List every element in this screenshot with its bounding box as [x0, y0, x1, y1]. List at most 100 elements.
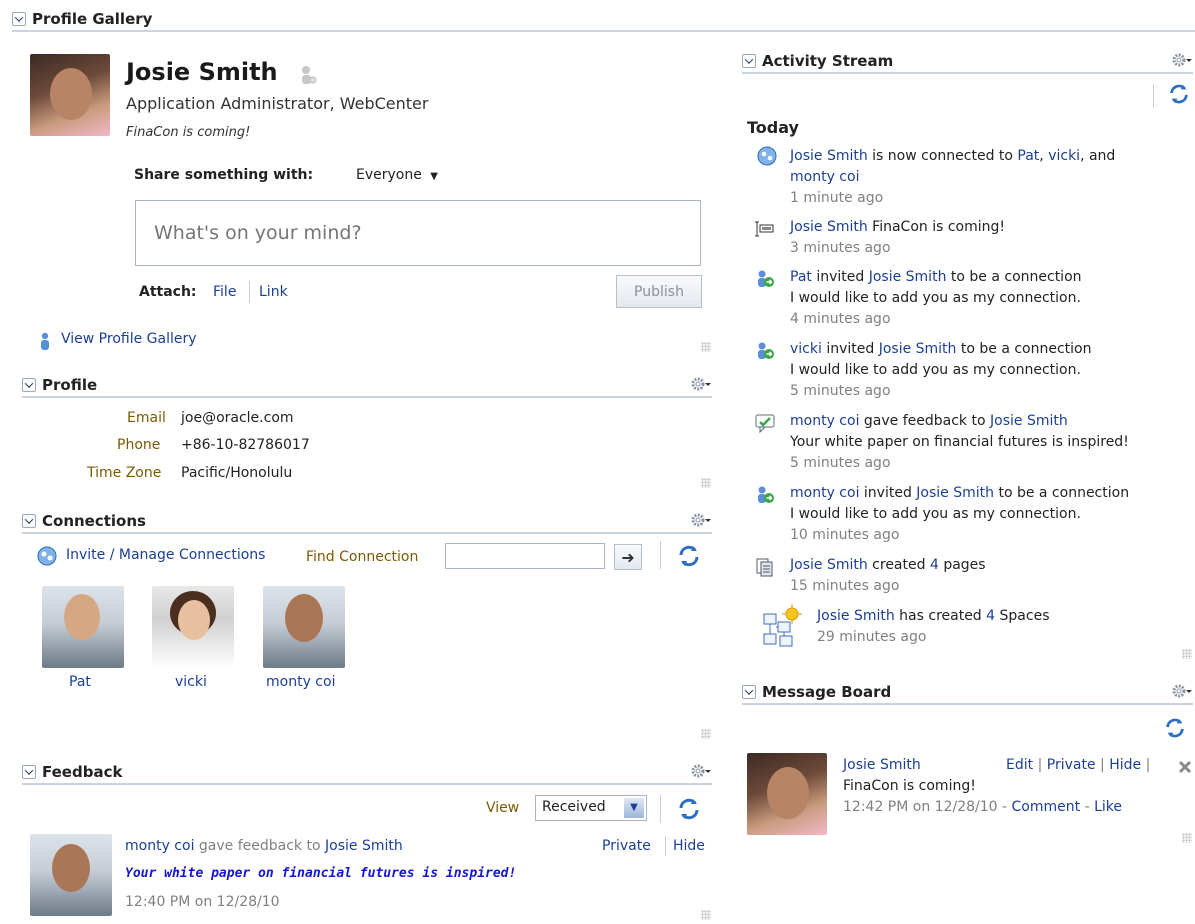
- feedback-hide-link[interactable]: Hide: [673, 838, 705, 854]
- activity-actor-link[interactable]: vicki: [790, 341, 822, 357]
- profile-field-value: joe@oracle.com: [181, 410, 294, 426]
- feedback-to-link[interactable]: Josie Smith: [325, 838, 403, 854]
- separator: -: [1002, 799, 1008, 815]
- activity-timestamp: 29 minutes ago: [817, 629, 927, 645]
- view-select[interactable]: Received ▼: [535, 795, 647, 821]
- separator: -: [1084, 799, 1090, 815]
- activity-actor-link[interactable]: Josie Smith: [790, 219, 868, 235]
- resize-handle[interactable]: [1182, 833, 1192, 843]
- panel-title: Profile Gallery: [32, 10, 153, 28]
- activity-timestamp: 3 minutes ago: [790, 240, 891, 256]
- activity-actor-link[interactable]: Pat: [790, 269, 812, 285]
- profile-header: Profile: [22, 374, 712, 398]
- message-author-link[interactable]: Josie Smith: [843, 757, 921, 773]
- pages-icon: [756, 558, 773, 577]
- activity-day-heading: Today: [747, 118, 799, 137]
- connection-photo[interactable]: [42, 586, 124, 668]
- activity-target-link[interactable]: Pat: [1017, 148, 1039, 164]
- activity-target-link[interactable]: Josie Smith: [916, 485, 994, 501]
- profile-job-title: Application Administrator, WebCenter: [126, 94, 429, 113]
- collapse-chevron-icon[interactable]: [22, 514, 36, 528]
- activity-target-link[interactable]: 4: [930, 557, 939, 573]
- gear-menu-icon[interactable]: [690, 763, 712, 779]
- connection-name-link[interactable]: vicki: [175, 674, 207, 690]
- separator: |: [1100, 757, 1105, 773]
- activity-actor-link[interactable]: monty coi: [790, 413, 859, 429]
- attach-link-link[interactable]: Link: [259, 284, 288, 300]
- activity-message: I would like to add you as my connection…: [790, 362, 1081, 378]
- status-update-input[interactable]: [135, 200, 701, 266]
- activity-actor-link[interactable]: Josie Smith: [790, 148, 868, 164]
- activity-target-link[interactable]: Josie Smith: [990, 413, 1068, 429]
- invite-icon: [758, 486, 774, 503]
- spaces-icon: [763, 604, 802, 647]
- go-arrow-button[interactable]: ➜: [614, 544, 642, 570]
- activity-item: Josie Smith has created 4 Spaces 29 minu…: [817, 606, 1050, 648]
- invite-manage-connections-link[interactable]: Invite / Manage Connections: [66, 547, 265, 563]
- publish-button[interactable]: Publish: [616, 275, 702, 308]
- share-target-dropdown[interactable]: Everyone ▼: [356, 167, 438, 183]
- feedback-from-link[interactable]: monty coi: [125, 838, 194, 854]
- refresh-icon[interactable]: [676, 796, 702, 822]
- activity-item: monty coi invited Josie Smith to be a co…: [790, 483, 1129, 546]
- activity-text: invited: [821, 341, 879, 357]
- gear-menu-icon[interactable]: [1171, 52, 1193, 68]
- message-private-link[interactable]: Private: [1047, 757, 1096, 773]
- gear-menu-icon[interactable]: [1171, 683, 1193, 699]
- activity-item: Josie Smith FinaCon is coming! 3 minutes…: [790, 217, 1005, 259]
- gear-menu-icon[interactable]: [690, 512, 712, 528]
- feedback-private-link[interactable]: Private: [602, 838, 651, 854]
- profile-field-label: Phone: [117, 437, 161, 453]
- view-profile-gallery-link[interactable]: View Profile Gallery: [61, 331, 197, 347]
- activity-text: created: [867, 557, 930, 573]
- collapse-chevron-icon[interactable]: [12, 12, 26, 26]
- panel-title: Activity Stream: [762, 52, 894, 70]
- message-like-link[interactable]: Like: [1094, 799, 1122, 815]
- message-edit-link[interactable]: Edit: [1006, 757, 1033, 773]
- activity-actor-link[interactable]: monty coi: [790, 485, 859, 501]
- attach-file-link[interactable]: File: [213, 284, 236, 300]
- resize-handle[interactable]: [701, 910, 711, 920]
- resize-handle[interactable]: [1182, 649, 1192, 659]
- refresh-icon[interactable]: [1163, 716, 1187, 740]
- activity-actor-link[interactable]: Josie Smith: [817, 608, 895, 624]
- connection-name-link[interactable]: monty coi: [266, 674, 335, 690]
- connections-icon: [757, 146, 777, 166]
- message-hide-link[interactable]: Hide: [1109, 757, 1141, 773]
- collapse-chevron-icon[interactable]: [742, 54, 756, 68]
- message-comment-link[interactable]: Comment: [1012, 799, 1081, 815]
- activity-target-link[interactable]: Josie Smith: [879, 341, 957, 357]
- resize-handle[interactable]: [701, 342, 711, 352]
- message-actions: Edit | Private | Hide |: [1006, 757, 1150, 773]
- activity-item: monty coi gave feedback to Josie Smith Y…: [790, 411, 1129, 474]
- find-connection-input[interactable]: [445, 543, 605, 569]
- resize-handle[interactable]: [701, 478, 711, 488]
- feedback-header: Feedback: [22, 761, 712, 785]
- activity-item: Josie Smith created 4 pages 15 minutes a…: [790, 555, 986, 597]
- refresh-icon[interactable]: [676, 543, 702, 569]
- activity-target-link[interactable]: 4: [986, 608, 995, 624]
- gear-menu-icon[interactable]: [690, 376, 712, 392]
- activity-target-link[interactable]: vicki: [1048, 148, 1080, 164]
- connection-photo[interactable]: [263, 586, 345, 668]
- collapse-chevron-icon[interactable]: [22, 765, 36, 779]
- message-timestamp: 12:42 PM on 12/28/10: [843, 799, 998, 815]
- collapse-chevron-icon[interactable]: [22, 378, 36, 392]
- resize-handle[interactable]: [701, 729, 711, 739]
- connection-photo[interactable]: [152, 586, 234, 668]
- activity-target-link[interactable]: Josie Smith: [869, 269, 947, 285]
- feedback-author-photo: [30, 834, 112, 916]
- activity-timestamp: 15 minutes ago: [790, 578, 900, 594]
- connection-name-link[interactable]: Pat: [69, 674, 91, 690]
- share-target-value: Everyone: [356, 167, 422, 183]
- activity-text: is now connected to: [867, 148, 1018, 164]
- activity-text: invited: [859, 485, 917, 501]
- activity-target-link[interactable]: monty coi: [790, 169, 859, 185]
- refresh-icon[interactable]: [1167, 82, 1191, 106]
- attach-label: Attach:: [139, 284, 197, 300]
- message-text: FinaCon is coming!: [843, 778, 976, 794]
- delete-icon[interactable]: [1178, 760, 1192, 774]
- collapse-chevron-icon[interactable]: [742, 685, 756, 699]
- message-board-header: Message Board: [742, 681, 1193, 705]
- activity-actor-link[interactable]: Josie Smith: [790, 557, 868, 573]
